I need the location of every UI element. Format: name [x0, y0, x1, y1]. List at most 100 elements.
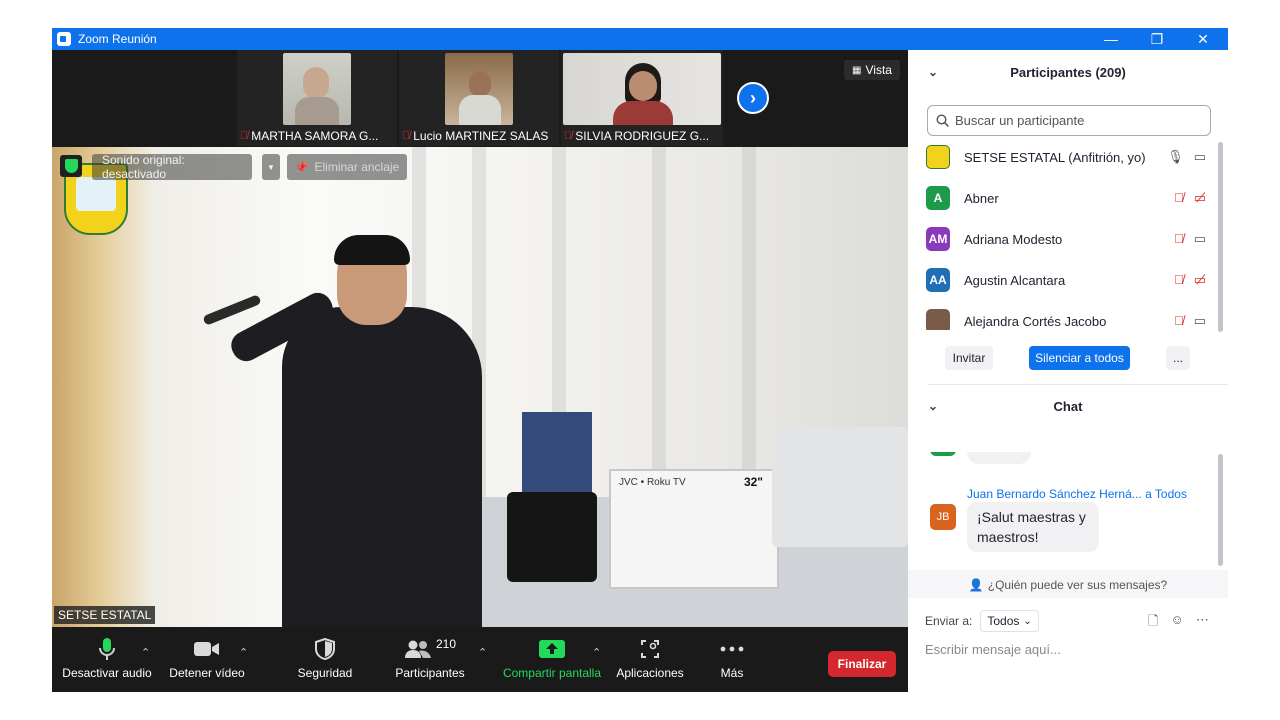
- shield-icon: [315, 632, 335, 666]
- participant-name: Lucio MARTINEZ SALAS: [413, 129, 549, 143]
- grid-icon: ▦: [852, 64, 862, 76]
- participants-label: Participantes: [395, 666, 465, 680]
- participant-row[interactable]: A Abner 🎙̸ ▭̸: [926, 185, 1216, 211]
- participant-name: MARTHA SAMORA G...: [251, 129, 379, 143]
- mute-audio-button[interactable]: Desactivar audio: [62, 628, 152, 692]
- unpin-label: Eliminar anclaje: [314, 160, 400, 174]
- participant-thumbnail[interactable]: 🎙̸ Lucio MARTINEZ SALAS: [399, 50, 559, 146]
- encryption-shield-icon[interactable]: [60, 155, 82, 177]
- minimize-button[interactable]: —: [1088, 28, 1134, 50]
- chat-title: Chat: [1053, 398, 1083, 414]
- send-to-select[interactable]: Todos ⌄: [980, 610, 1039, 632]
- participant-row[interactable]: AM Adriana Modesto 🎙̸ ▭: [926, 226, 1216, 252]
- apps-icon: [640, 632, 660, 666]
- avatar: JB: [930, 504, 956, 530]
- apps-button[interactable]: Aplicaciones: [614, 628, 686, 692]
- muted-mic-icon: 🎙̸: [402, 130, 411, 142]
- tv-brand-text: JVC • Roku TV: [619, 477, 686, 488]
- chat-bubble: [967, 452, 1031, 464]
- participants-more-button[interactable]: ...: [1166, 346, 1190, 370]
- participant-list: SETSE ESTATAL (Anfitrión, yo) 🎙 ▭ A Abne…: [908, 144, 1228, 330]
- window-title: Zoom Reunión: [78, 32, 157, 46]
- participants-title: Participantes (209): [1010, 64, 1126, 80]
- video-feed: [283, 53, 351, 125]
- video-camera-icon[interactable]: ▭: [1194, 231, 1206, 247]
- participant-search-input[interactable]: Buscar un participante: [927, 105, 1211, 136]
- video-off-icon[interactable]: ▭̸: [1194, 272, 1206, 288]
- chat-scrollbar[interactable]: [1218, 454, 1223, 566]
- participants-scrollbar[interactable]: [1218, 142, 1223, 332]
- chat-recipient: a Todos: [1145, 487, 1187, 501]
- send-to-label: Enviar a:: [925, 614, 973, 628]
- unpin-button[interactable]: 📌 Eliminar anclaje: [287, 154, 407, 180]
- security-label: Seguridad: [297, 666, 353, 680]
- who-can-see-label: ¿Quién puede ver sus mensajes?: [987, 578, 1168, 592]
- share-screen-button[interactable]: Compartir pantalla: [500, 628, 604, 692]
- caret-down-icon: ▼: [267, 162, 275, 172]
- main-video: JVC • Roku TV 32" Sonido original: desac…: [52, 147, 908, 627]
- more-button[interactable]: Más: [706, 628, 758, 692]
- microphone-icon[interactable]: 🎙: [1167, 149, 1184, 165]
- avatar: [926, 309, 950, 330]
- participant-thumbnail[interactable]: 🎙̸ MARTHA SAMORA G...: [237, 50, 397, 146]
- video-feed: [563, 53, 721, 125]
- restore-button[interactable]: ❐: [1134, 28, 1180, 50]
- chevron-down-icon[interactable]: ⌄: [928, 65, 938, 79]
- side-panel: ⌄ Participantes (209) Buscar un particip…: [908, 50, 1228, 692]
- security-button[interactable]: Seguridad: [290, 628, 360, 692]
- file-icon[interactable]: 🗋: [1148, 612, 1158, 634]
- participant-thumbnail[interactable]: 🎙̸ SILVIA RODRIGUEZ G...: [561, 50, 723, 146]
- next-page-button[interactable]: ›: [737, 82, 769, 114]
- chat-message: ¡Salut maestras y maestros!: [967, 502, 1099, 552]
- chevron-right-icon: ›: [750, 87, 756, 108]
- participant-row[interactable]: Alejandra Cortés Jacobo 🎙̸ ▭: [926, 308, 1216, 330]
- participant-row[interactable]: SETSE ESTATAL (Anfitrión, yo) 🎙 ▭: [926, 144, 1216, 170]
- chevron-down-icon[interactable]: ⌄: [928, 399, 938, 413]
- muted-mic-icon: 🎙̸: [240, 130, 249, 142]
- muted-mic-icon[interactable]: 🎙̸: [1174, 190, 1184, 206]
- view-button[interactable]: ▦ Vista: [844, 60, 900, 80]
- video-off-icon[interactable]: ▭̸: [1194, 190, 1206, 206]
- share-screen-label: Compartir pantalla: [502, 666, 602, 680]
- singer-hair: [334, 235, 410, 265]
- search-icon: [936, 114, 949, 127]
- original-sound-button[interactable]: Sonido original: desactivado: [92, 153, 252, 181]
- video-camera-icon[interactable]: ▭: [1194, 313, 1206, 329]
- thumbnail-name-tag: 🎙̸ MARTHA SAMORA G...: [240, 129, 378, 143]
- original-sound-dropdown[interactable]: ▼: [262, 154, 280, 180]
- apps-label: Aplicaciones: [616, 666, 684, 680]
- video-options-caret-icon[interactable]: ⌃: [239, 646, 248, 659]
- chat-tools: 🗋 ☺ ⋯: [1148, 612, 1209, 634]
- chat-sender-name[interactable]: Juan Bernardo Sánchez Herná...: [967, 487, 1142, 501]
- participants-options-caret-icon[interactable]: ⌃: [478, 646, 487, 659]
- more-dots-icon[interactable]: ⋯: [1196, 612, 1209, 634]
- search-placeholder: Buscar un participante: [955, 113, 1085, 128]
- participant-row[interactable]: AA Agustin Alcantara 🎙̸ ▭̸: [926, 267, 1216, 293]
- more-dots-icon: [720, 632, 744, 666]
- meeting-area: 🎙̸ MARTHA SAMORA G... 🎙̸ Lucio MARTINEZ …: [52, 50, 908, 692]
- audio-options-caret-icon[interactable]: ⌃: [141, 646, 150, 659]
- chat-header: ⌄ Chat: [908, 384, 1228, 428]
- share-screen-icon: [539, 632, 565, 666]
- muted-mic-icon[interactable]: 🎙̸: [1174, 231, 1184, 247]
- stop-video-button[interactable]: Detener vídeo: [167, 628, 247, 692]
- video-camera-icon[interactable]: ▭: [1194, 149, 1206, 165]
- end-meeting-button[interactable]: Finalizar: [828, 651, 896, 677]
- more-label: Más: [720, 666, 744, 680]
- close-button[interactable]: ✕: [1180, 28, 1226, 50]
- muted-mic-icon[interactable]: 🎙̸: [1174, 272, 1184, 288]
- share-options-caret-icon[interactable]: ⌃: [592, 646, 601, 659]
- invite-button[interactable]: Invitar: [945, 346, 993, 370]
- participants-button[interactable]: 210 Participantes: [392, 628, 468, 692]
- who-can-see-link[interactable]: 👤 ¿Quién puede ver sus mensajes?: [908, 576, 1228, 594]
- muted-mic-icon[interactable]: 🎙̸: [1174, 313, 1184, 329]
- muted-mic-icon: 🎙̸: [564, 130, 573, 142]
- handheld-microphone: [202, 294, 262, 326]
- emoji-icon[interactable]: ☺: [1170, 612, 1183, 634]
- participant-name: SILVIA RODRIGUEZ G...: [575, 129, 710, 143]
- video-feed: [445, 53, 513, 125]
- mute-all-button[interactable]: Silenciar a todos: [1029, 346, 1130, 370]
- chat-message-input[interactable]: Escribir mensaje aquí...: [925, 642, 1061, 657]
- original-sound-label: Sonido original: desactivado: [102, 153, 185, 181]
- avatar: [930, 452, 956, 456]
